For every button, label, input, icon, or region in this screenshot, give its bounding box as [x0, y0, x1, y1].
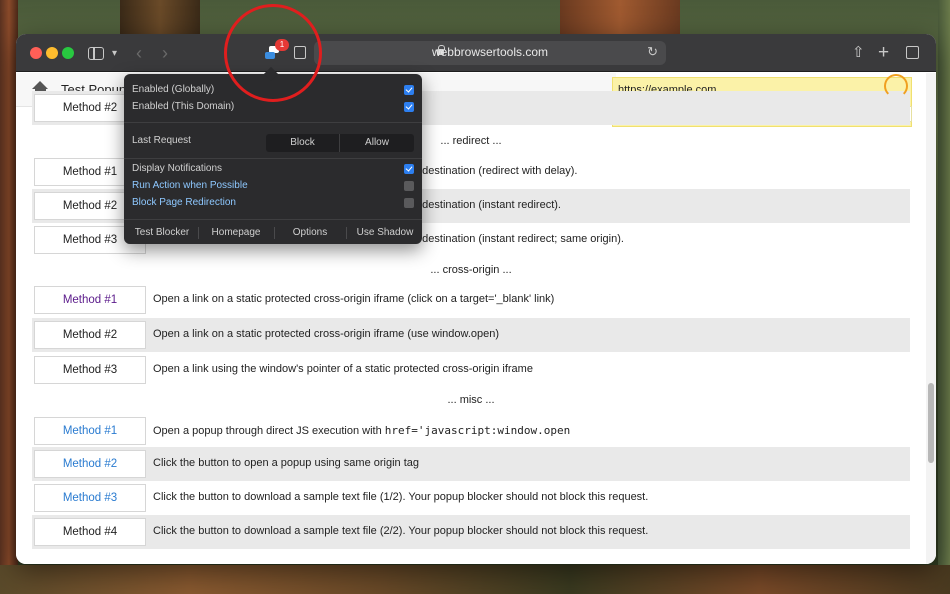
- method-button[interactable]: Method #3: [34, 484, 146, 512]
- method-button[interactable]: Method #3: [34, 356, 146, 384]
- code-snippet: href='javascript:window.open: [384, 424, 571, 437]
- scrollbar-thumb[interactable]: [928, 383, 934, 463]
- back-icon[interactable]: ‹: [136, 43, 142, 63]
- method-description: Open a link using the window's pointer o…: [153, 363, 533, 375]
- method-button[interactable]: Method #2: [34, 450, 146, 478]
- browser-toolbar: ▾ ‹ › 1 webbrowsertools.com ↻ ⇧ +: [16, 34, 936, 72]
- page-menu-icon[interactable]: [294, 46, 306, 59]
- enabled-globally-label: Enabled (Globally): [132, 84, 215, 95]
- address-bar[interactable]: webbrowsertools.com ↻: [314, 41, 666, 65]
- table-row: Method #3 Open a link using the window's…: [32, 353, 910, 387]
- method-description: Open a link on a static protected cross-…: [153, 328, 500, 340]
- divider: [346, 227, 347, 239]
- block-redirection-link[interactable]: Block Page Redirection: [132, 197, 236, 208]
- method-description: Click the button to open a popup using s…: [153, 457, 420, 469]
- enabled-domain-label: Enabled (This Domain): [132, 101, 235, 112]
- section-heading-cross-origin: ... cross-origin ...: [430, 264, 512, 276]
- allow-button[interactable]: Allow: [340, 134, 414, 152]
- method-button[interactable]: Method #1: [34, 417, 146, 445]
- homepage-button[interactable]: Homepage: [204, 227, 268, 241]
- divider: [124, 158, 422, 159]
- last-request-label: Last Request: [132, 135, 191, 146]
- run-action-link[interactable]: Run Action when Possible: [132, 180, 248, 191]
- url-text: webbrowsertools.com: [431, 45, 549, 59]
- table-row: Method #4 Click the button to download a…: [32, 515, 910, 549]
- block-redirection-checkbox[interactable]: [404, 198, 414, 208]
- extension-badge: 1: [275, 39, 289, 51]
- background-tree: [560, 0, 680, 36]
- share-icon[interactable]: ⇧: [852, 43, 865, 63]
- test-blocker-button[interactable]: Test Blocker: [130, 227, 194, 241]
- divider: [198, 227, 199, 239]
- display-notifications-checkbox[interactable]: [404, 164, 414, 174]
- method-description: Click the button to download a sample te…: [153, 525, 649, 537]
- enabled-globally-checkbox[interactable]: [404, 85, 414, 95]
- method-description: Open a popup through direct JS execution…: [153, 424, 570, 437]
- forward-icon[interactable]: ›: [162, 43, 168, 63]
- method-description: o destination (redirect with delay).: [413, 165, 578, 177]
- desktop-background: [0, 565, 950, 594]
- method-description: o destination (instant redirect; same or…: [413, 233, 624, 245]
- method-button[interactable]: Method #1: [34, 286, 146, 314]
- new-tab-icon[interactable]: +: [878, 43, 889, 63]
- chevron-down-icon[interactable]: ▾: [112, 44, 117, 64]
- table-row: Method #2 Open a link on a static protec…: [32, 318, 910, 352]
- block-button[interactable]: Block: [266, 134, 340, 152]
- table-row: Method #3 Click the button to download a…: [32, 481, 910, 515]
- options-button[interactable]: Options: [280, 227, 340, 241]
- last-request-segmented-control: Block Allow: [266, 134, 414, 152]
- use-shadow-button[interactable]: Use Shadow: [352, 227, 418, 241]
- background-tree: [938, 0, 950, 594]
- method-button[interactable]: Method #2: [34, 321, 146, 349]
- sidebar-toggle-icon[interactable]: [88, 47, 104, 60]
- display-notifications-label: Display Notifications: [132, 163, 223, 174]
- divider: [124, 122, 422, 123]
- scrollbar[interactable]: [926, 73, 936, 564]
- method-description: Click the button to download a sample te…: [153, 491, 649, 503]
- section-heading-misc: ... misc ...: [447, 394, 495, 406]
- table-row: Method #1 Open a link on a static protec…: [32, 283, 910, 317]
- extension-logo-icon: [884, 74, 908, 98]
- method-description: o destination (instant redirect).: [413, 199, 561, 211]
- reload-icon[interactable]: ↻: [647, 44, 658, 60]
- zoom-window-button[interactable]: [62, 47, 74, 59]
- run-action-checkbox[interactable]: [404, 181, 414, 191]
- minimize-window-button[interactable]: [46, 47, 58, 59]
- table-row: Method #1 Open a popup through direct JS…: [32, 414, 910, 448]
- table-row: Method #2 Click the button to open a pop…: [32, 447, 910, 481]
- method-button[interactable]: Method #4: [34, 518, 146, 546]
- description-text: Open a popup through direct JS execution…: [153, 425, 385, 437]
- tab-overview-icon[interactable]: [906, 46, 919, 59]
- divider: [124, 219, 422, 220]
- background-tree: [120, 0, 200, 36]
- divider: [274, 227, 275, 239]
- extension-popup: Enabled (Globally) Enabled (This Domain)…: [124, 66, 422, 244]
- close-window-button[interactable]: [30, 47, 42, 59]
- enabled-domain-checkbox[interactable]: [404, 102, 414, 112]
- method-description: Open a link on a static protected cross-…: [153, 293, 555, 305]
